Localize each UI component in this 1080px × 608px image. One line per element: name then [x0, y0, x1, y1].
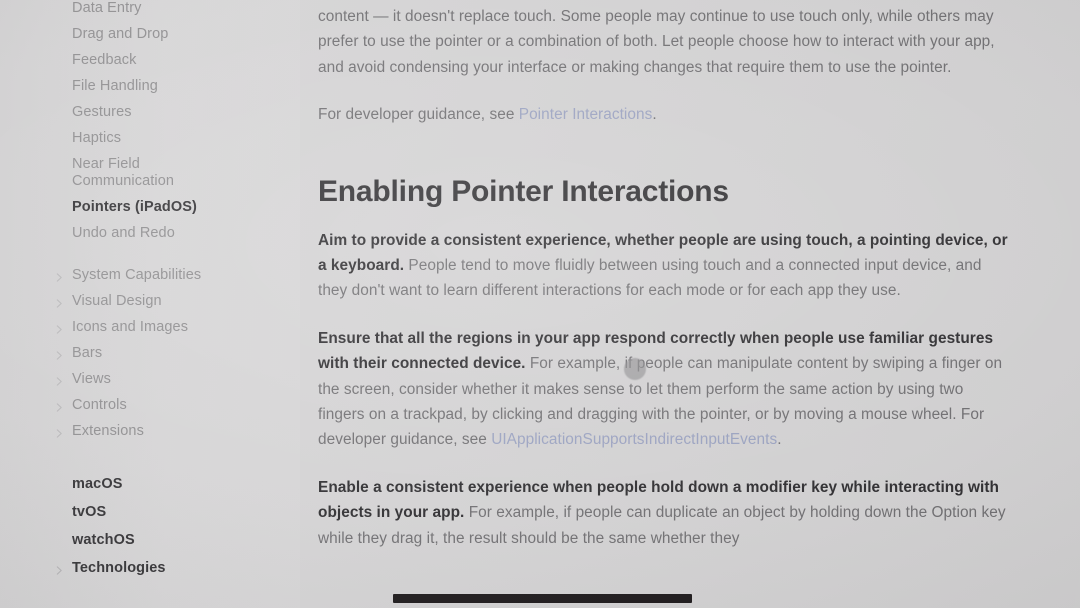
sidebar-item-label: Haptics	[72, 130, 122, 146]
paragraph-text: .	[652, 106, 657, 124]
sidebar-group-label: Icons and Images	[72, 319, 189, 335]
chevron-right-icon	[55, 270, 64, 282]
paragraph-intro-continued: content — it doesn't replace touch. Some…	[318, 8, 995, 76]
paragraph-text: For developer guidance, see	[318, 106, 519, 124]
sidebar-item-haptics[interactable]: Haptics	[0, 130, 300, 147]
sidebar-item-label: Near Field	[72, 156, 140, 172]
chevron-right-icon	[55, 400, 64, 412]
sidebar-navigation: Data Entry Drag and Drop Feedback File H…	[0, 0, 300, 608]
sidebar-item-label: Drag and Drop	[72, 26, 169, 42]
sidebar-group-icons-and-images[interactable]: Icons and Images	[0, 319, 300, 336]
sidebar-group-system-capabilities[interactable]: System Capabilities	[0, 267, 300, 284]
sidebar-item-file-handling[interactable]: File Handling	[0, 78, 300, 95]
sidebar-item-label: File Handling	[72, 78, 158, 94]
black-occlusion-bar	[393, 594, 692, 603]
sidebar-item-gestures[interactable]: Gestures	[0, 104, 300, 121]
sidebar-platform-label: tvOS	[72, 504, 107, 520]
sidebar-group-views[interactable]: Views	[0, 371, 300, 388]
sidebar-group-label: Controls	[72, 397, 127, 413]
sidebar-item-tvos[interactable]: tvOS	[0, 504, 300, 521]
sidebar-group-label: System Capabilities	[72, 267, 202, 283]
sidebar-group-visual-design[interactable]: Visual Design	[0, 293, 300, 310]
chevron-right-icon	[55, 563, 64, 575]
sidebar-group-bars[interactable]: Bars	[0, 345, 300, 362]
document-content: content — it doesn't replace touch. Some…	[318, 0, 1018, 608]
sidebar-platform-label: watchOS	[72, 532, 135, 548]
sidebar-item-data-entry[interactable]: Data Entry	[0, 0, 300, 17]
sidebar-group-label: Extensions	[72, 423, 144, 439]
sidebar-item-label-line2: Communication	[72, 173, 175, 189]
chevron-right-icon	[55, 348, 64, 360]
sidebar-platform-label: Technologies	[72, 560, 166, 576]
link-pointer-interactions[interactable]: Pointer Interactions	[519, 106, 653, 123]
chevron-right-icon	[55, 296, 64, 308]
paragraph-enable-modifier-key: Enable a consistent experience when peop…	[318, 475, 1008, 551]
sidebar-item-technologies[interactable]: Technologies	[0, 560, 300, 577]
pointer-cursor-dot[interactable]	[624, 358, 646, 380]
sidebar-item-pointers-ipados[interactable]: Pointers (iPadOS)	[0, 199, 300, 216]
sidebar-item-macos[interactable]: macOS	[0, 476, 300, 493]
sidebar-item-near-field-communication[interactable]: Near Field Communication	[0, 156, 300, 190]
sidebar-group-label: Bars	[72, 345, 103, 361]
sidebar-item-label: Feedback	[72, 52, 137, 68]
paragraph-developer-guidance: For developer guidance, see Pointer Inte…	[318, 102, 1008, 127]
sidebar-item-watchos[interactable]: watchOS	[0, 532, 300, 549]
chevron-right-icon	[55, 426, 64, 438]
sidebar-item-label: Gestures	[72, 104, 132, 120]
sidebar-item-drag-and-drop[interactable]: Drag and Drop	[0, 26, 300, 43]
sidebar-item-label: Data Entry	[72, 0, 142, 16]
page-section-heading: Enabling Pointer Interactions	[318, 174, 729, 208]
sidebar-item-feedback[interactable]: Feedback	[0, 52, 300, 69]
document-viewer-screen: Data Entry Drag and Drop Feedback File H…	[0, 0, 1080, 608]
sidebar-group-controls[interactable]: Controls	[0, 397, 300, 414]
paragraph-ensure-regions-respond: Ensure that all the regions in your app …	[318, 326, 1008, 453]
paragraph-aim-consistent-experience: Aim to provide a consistent experience, …	[318, 228, 1008, 304]
paragraph-text: .	[777, 431, 782, 449]
chevron-right-icon	[55, 374, 64, 386]
paragraph-text: People tend to move fluidly between usin…	[318, 257, 982, 300]
sidebar-group-label: Visual Design	[72, 293, 162, 309]
sidebar-group-extensions[interactable]: Extensions	[0, 423, 300, 440]
link-uiapplicationsupportsindirectinputevents[interactable]: UIApplicationSupportsIndirectInputEvents	[491, 431, 777, 448]
sidebar-item-undo-and-redo[interactable]: Undo and Redo	[0, 225, 300, 242]
sidebar-item-label: Undo and Redo	[72, 225, 175, 241]
sidebar-item-label: Pointers (iPadOS)	[72, 199, 197, 215]
chevron-right-icon	[55, 322, 64, 334]
sidebar-platform-label: macOS	[72, 476, 123, 492]
sidebar-group-label: Views	[72, 371, 111, 387]
